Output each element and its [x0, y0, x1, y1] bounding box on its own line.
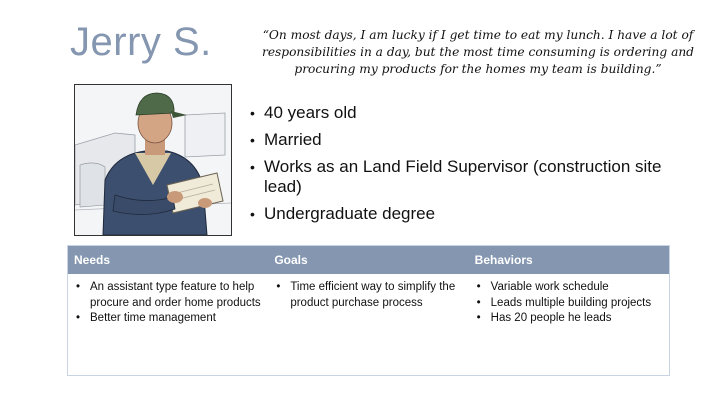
persona-quote: “On most days, I am lucky if I get time …: [262, 28, 694, 76]
needs-column: An assistant type feature to help procur…: [68, 280, 268, 327]
fact-item: 40 years old: [250, 103, 670, 123]
fact-item: Undergraduate degree: [250, 204, 670, 224]
persona-table: Needs Goals Behaviors An assistant type …: [67, 245, 670, 376]
persona-facts: 40 years old Married Works as an Land Fi…: [250, 103, 670, 231]
persona-photo: [74, 84, 232, 236]
header-needs: Needs: [74, 253, 111, 267]
fact-item: Works as an Land Field Supervisor (const…: [250, 157, 670, 197]
list-item: Variable work schedule: [475, 280, 663, 296]
table-header: Needs Goals Behaviors: [68, 246, 669, 274]
list-item: Time efficient way to simplify the produ…: [274, 280, 462, 311]
header-goals: Goals: [274, 253, 308, 267]
list-item: Better time management: [74, 311, 262, 327]
list-item: An assistant type feature to help procur…: [74, 280, 262, 311]
header-behaviors: Behaviors: [474, 253, 533, 267]
worker-illustration: [75, 85, 231, 235]
list-item: Has 20 people he leads: [475, 311, 663, 327]
behaviors-column: Variable work schedule Leads multiple bu…: [469, 280, 669, 327]
list-item: Leads multiple building projects: [475, 296, 663, 312]
table-body: An assistant type feature to help procur…: [68, 274, 669, 327]
persona-name: Jerry S.: [70, 20, 212, 64]
fact-item: Married: [250, 130, 670, 150]
goals-column: Time efficient way to simplify the produ…: [268, 280, 468, 327]
